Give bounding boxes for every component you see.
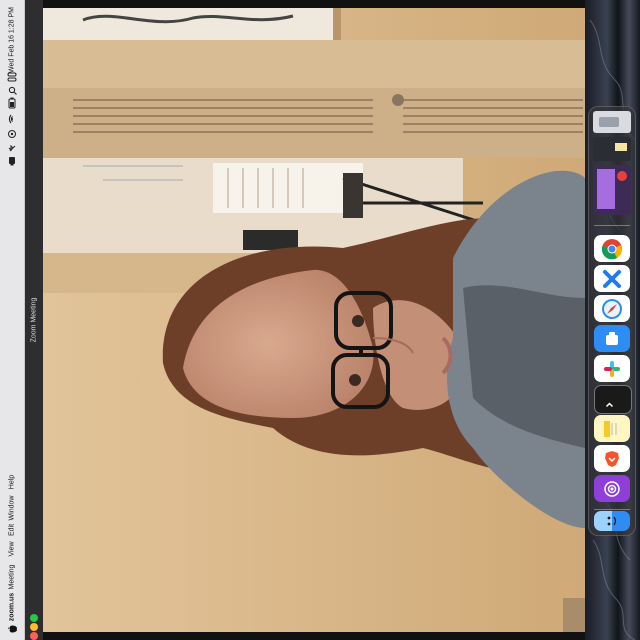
focus-icon[interactable] bbox=[5, 129, 19, 139]
menu-view[interactable]: View bbox=[9, 541, 16, 556]
bluetooth-icon[interactable] bbox=[5, 143, 19, 153]
wifi-icon[interactable] bbox=[5, 114, 19, 124]
menu-window[interactable]: Window bbox=[9, 496, 16, 521]
minimize-window-button[interactable] bbox=[30, 623, 38, 631]
chrome-icon[interactable] bbox=[594, 235, 630, 262]
video-bottom-border bbox=[43, 632, 585, 640]
dock-separator bbox=[594, 225, 630, 226]
video-top-border bbox=[43, 0, 585, 8]
menu-meeting[interactable]: Meeting bbox=[9, 565, 16, 590]
window-title: Zoom Meeting bbox=[30, 297, 38, 343]
brave-icon[interactable] bbox=[594, 445, 630, 472]
dock-separator bbox=[594, 509, 630, 510]
battery-icon[interactable] bbox=[5, 97, 19, 109]
menu-app-name[interactable]: zoom.us bbox=[9, 593, 16, 621]
menu-help[interactable]: Help bbox=[9, 475, 16, 489]
menu-edit[interactable]: Edit bbox=[9, 524, 16, 536]
slack-icon[interactable] bbox=[594, 355, 630, 382]
dock bbox=[588, 106, 636, 536]
video-thumbnail[interactable] bbox=[593, 165, 631, 215]
terminal-icon[interactable] bbox=[594, 385, 632, 414]
video-frame-illustration bbox=[43, 8, 585, 632]
menubar-clock[interactable]: Wed Feb 16 1:28 PM bbox=[9, 7, 16, 73]
zoom-window-button[interactable] bbox=[30, 614, 38, 622]
window-thumbnail[interactable] bbox=[593, 137, 631, 161]
notes-icon[interactable] bbox=[594, 415, 630, 442]
apple-icon[interactable] bbox=[5, 624, 19, 634]
document-thumbnail[interactable] bbox=[593, 111, 631, 133]
safari-icon[interactable] bbox=[594, 295, 630, 322]
xcode-icon[interactable] bbox=[594, 265, 630, 292]
camera-in-use-icon[interactable] bbox=[5, 156, 19, 166]
spotlight-search-icon[interactable] bbox=[5, 85, 19, 95]
self-view-video[interactable] bbox=[43, 8, 585, 632]
close-window-button[interactable] bbox=[30, 632, 38, 640]
window-titlebar: Zoom Meeting bbox=[25, 0, 44, 640]
control-center-icon[interactable] bbox=[5, 72, 19, 82]
podcasts-icon[interactable] bbox=[594, 475, 630, 502]
menu-bar: Wed Feb 16 1:28 PM Help Window Edit View… bbox=[0, 0, 25, 640]
finder-icon[interactable] bbox=[594, 511, 630, 531]
drive-icon[interactable] bbox=[594, 325, 630, 352]
